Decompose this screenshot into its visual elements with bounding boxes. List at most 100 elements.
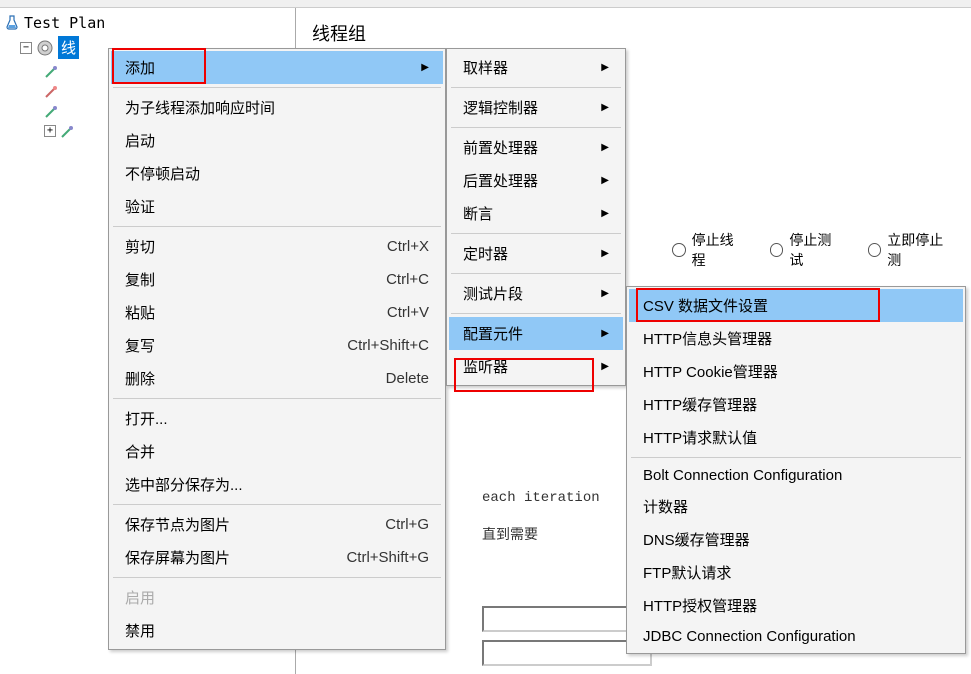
shortcut-label: Ctrl+Shift+C <box>347 337 429 354</box>
shortcut-label: Ctrl+V <box>387 304 429 321</box>
menu-http-defaults[interactable]: HTTP请求默认值 <box>629 421 963 454</box>
menu-separator <box>113 577 441 578</box>
menu-label: 取样器 <box>463 57 508 78</box>
expander-icon[interactable]: + <box>44 125 56 137</box>
chevron-right-icon: ▶ <box>601 288 609 299</box>
menu-add-response-time[interactable]: 为子线程添加响应时间 <box>111 91 443 124</box>
menu-config[interactable]: 配置元件 ▶ <box>449 317 623 350</box>
menu-start-nopause[interactable]: 不停顿启动 <box>111 157 443 190</box>
menu-save-node-img[interactable]: 保存节点为图片 Ctrl+G <box>111 508 443 541</box>
menu-separator <box>631 457 961 458</box>
menu-fragment[interactable]: 测试片段 ▶ <box>449 277 623 310</box>
menu-label: 前置处理器 <box>463 137 538 158</box>
shortcut-label: Ctrl+Shift+G <box>346 549 429 566</box>
menu-duplicate[interactable]: 复写 Ctrl+Shift+C <box>111 329 443 362</box>
menu-label: HTTP授权管理器 <box>643 595 757 616</box>
menu-timer[interactable]: 定时器 ▶ <box>449 237 623 270</box>
chevron-right-icon: ▶ <box>601 361 609 372</box>
radio-icon <box>672 243 686 257</box>
menu-label: 配置元件 <box>463 323 523 344</box>
menu-separator <box>451 313 621 314</box>
menu-label: 为子线程添加响应时间 <box>125 97 275 118</box>
menu-copy[interactable]: 复制 Ctrl+C <box>111 263 443 296</box>
menu-http-cookie[interactable]: HTTP Cookie管理器 <box>629 355 963 388</box>
tree-root[interactable]: Test Plan <box>4 12 291 34</box>
menu-bolt[interactable]: Bolt Connection Configuration <box>629 461 963 490</box>
menu-preproc[interactable]: 前置处理器 ▶ <box>449 131 623 164</box>
menu-start[interactable]: 启动 <box>111 124 443 157</box>
menu-label: 启动 <box>125 130 155 151</box>
menu-jdbc[interactable]: JDBC Connection Configuration <box>629 622 963 651</box>
probe-icon <box>44 83 60 99</box>
menu-assert[interactable]: 断言 ▶ <box>449 197 623 230</box>
expander-icon[interactable]: − <box>20 42 32 54</box>
chevron-right-icon: ▶ <box>601 62 609 73</box>
context-menu-1: 添加 ▶ 为子线程添加响应时间 启动 不停顿启动 验证 剪切 Ctrl+X 复制… <box>108 48 446 650</box>
menu-counter[interactable]: 计数器 <box>629 490 963 523</box>
menu-label: 监听器 <box>463 356 508 377</box>
menu-label: 复制 <box>125 269 155 290</box>
chevron-right-icon: ▶ <box>601 102 609 113</box>
radio-icon <box>770 243 784 257</box>
menu-open[interactable]: 打开... <box>111 402 443 435</box>
menu-logic[interactable]: 逻辑控制器 ▶ <box>449 91 623 124</box>
menu-merge[interactable]: 合并 <box>111 435 443 468</box>
radio-stop-test[interactable]: 停止测试 <box>770 230 844 270</box>
radio-stop-now[interactable]: 立即停止测 <box>868 230 955 270</box>
menu-cut[interactable]: 剪切 Ctrl+X <box>111 230 443 263</box>
menu-label: FTP默认请求 <box>643 562 731 583</box>
menu-save-screen-img[interactable]: 保存屏幕为图片 Ctrl+Shift+G <box>111 541 443 574</box>
menu-delete[interactable]: 删除 Delete <box>111 362 443 395</box>
menu-label: 添加 <box>125 57 155 78</box>
chevron-right-icon: ▶ <box>601 208 609 219</box>
chevron-right-icon: ▶ <box>601 248 609 259</box>
menu-label: HTTP请求默认值 <box>643 427 757 448</box>
shortcut-label: Ctrl+G <box>385 516 429 533</box>
menu-paste[interactable]: 粘贴 Ctrl+V <box>111 296 443 329</box>
menu-label: 后置处理器 <box>463 170 538 191</box>
toolbar <box>0 0 971 8</box>
menu-label: 打开... <box>125 408 168 429</box>
radio-stop-thread[interactable]: 停止线程 <box>672 230 746 270</box>
menu-label: 不停顿启动 <box>125 163 200 184</box>
menu-http-header[interactable]: HTTP信息头管理器 <box>629 322 963 355</box>
menu-label: JDBC Connection Configuration <box>643 628 856 645</box>
gear-icon <box>36 39 54 57</box>
menu-label: 删除 <box>125 368 155 389</box>
menu-label: HTTP信息头管理器 <box>643 328 772 349</box>
radio-icon <box>868 243 882 257</box>
menu-label: 禁用 <box>125 620 155 641</box>
radio-row: 停止线程 停止测试 立即停止测 <box>672 230 955 270</box>
chevron-right-icon: ▶ <box>601 142 609 153</box>
menu-label: Bolt Connection Configuration <box>643 467 842 484</box>
menu-postproc[interactable]: 后置处理器 ▶ <box>449 164 623 197</box>
menu-label: 断言 <box>463 203 493 224</box>
menu-csv[interactable]: CSV 数据文件设置 <box>629 289 963 322</box>
radio-label: 停止线程 <box>692 230 746 270</box>
menu-add[interactable]: 添加 ▶ <box>111 51 443 84</box>
probe-icon <box>44 103 60 119</box>
menu-sampler[interactable]: 取样器 ▶ <box>449 51 623 84</box>
menu-separator <box>113 87 441 88</box>
menu-http-auth[interactable]: HTTP授权管理器 <box>629 589 963 622</box>
menu-listener[interactable]: 监听器 ▶ <box>449 350 623 383</box>
menu-ftp[interactable]: FTP默认请求 <box>629 556 963 589</box>
detail-title: 线程组 <box>312 16 955 50</box>
menu-save-selection[interactable]: 选中部分保存为... <box>111 468 443 501</box>
menu-label: 选中部分保存为... <box>125 474 243 495</box>
menu-separator <box>451 87 621 88</box>
menu-label: HTTP Cookie管理器 <box>643 361 778 382</box>
menu-label: 定时器 <box>463 243 508 264</box>
menu-separator <box>113 398 441 399</box>
menu-http-cache[interactable]: HTTP缓存管理器 <box>629 388 963 421</box>
menu-label: CSV 数据文件设置 <box>643 295 768 316</box>
probe-icon <box>44 63 60 79</box>
menu-separator <box>113 226 441 227</box>
menu-validate[interactable]: 验证 <box>111 190 443 223</box>
menu-disable[interactable]: 禁用 <box>111 614 443 647</box>
radio-label: 立即停止测 <box>887 230 955 270</box>
menu-separator <box>451 127 621 128</box>
menu-dns[interactable]: DNS缓存管理器 <box>629 523 963 556</box>
probe-icon <box>60 123 76 139</box>
shortcut-label: Delete <box>386 370 429 387</box>
